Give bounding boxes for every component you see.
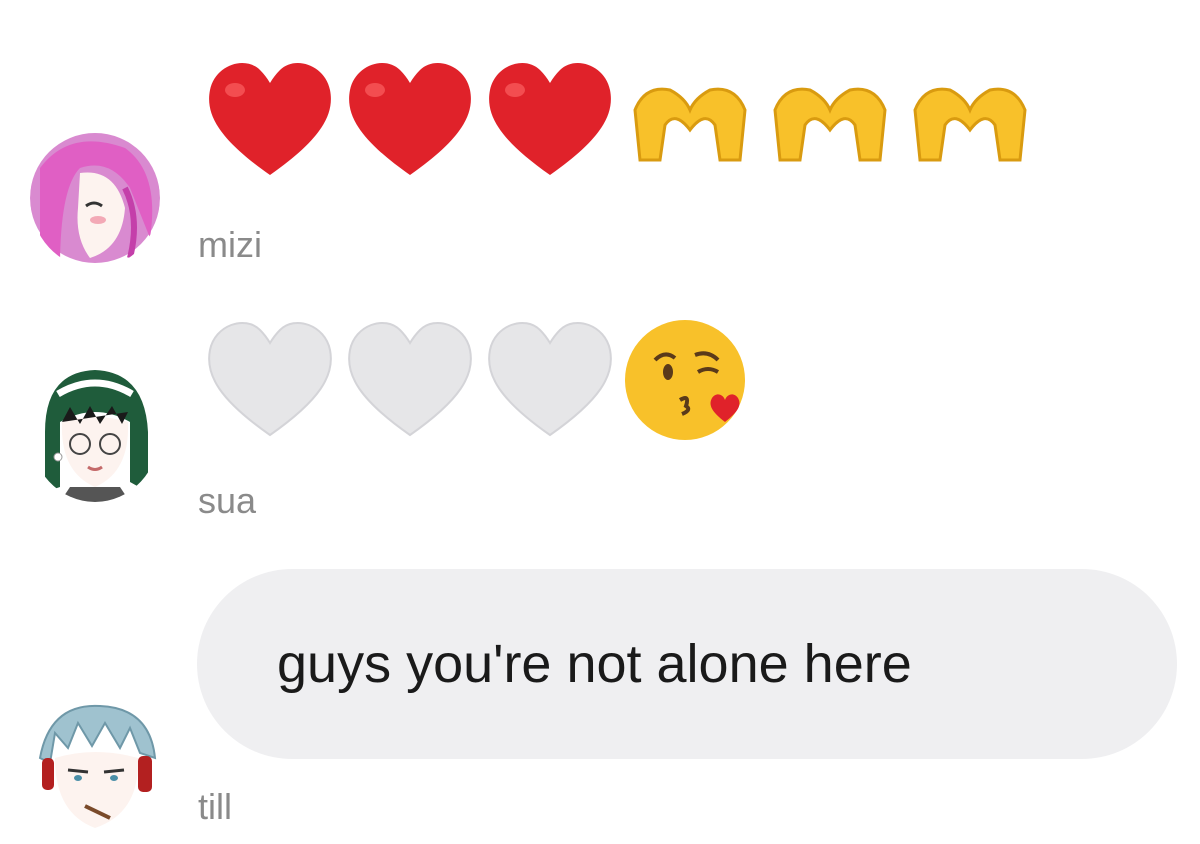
red-heart-icon: [480, 50, 620, 190]
heart-hands-icon: [620, 50, 760, 190]
message-group-sua: sua: [0, 290, 1200, 550]
username-mizi: mizi: [198, 224, 262, 265]
white-heart-icon: [480, 310, 620, 450]
red-heart-icon: [200, 50, 340, 190]
heart-hands-icon: [760, 50, 900, 190]
avatar-sua-icon[interactable]: [30, 362, 160, 502]
emoji-row-sua: [200, 310, 760, 450]
message-bubble-till[interactable]: guys you're not alone here: [197, 569, 1177, 759]
red-heart-icon: [340, 50, 480, 190]
avatar-till-icon[interactable]: [30, 698, 160, 838]
avatar-mizi-icon[interactable]: [30, 128, 160, 268]
white-heart-icon: [200, 310, 340, 450]
heart-hands-icon: [900, 50, 1040, 190]
username-sua: sua: [198, 480, 257, 521]
emoji-row-mizi: [200, 50, 1040, 190]
message-group-mizi: mizi: [0, 0, 1200, 290]
face-blowing-kiss-icon: [620, 310, 760, 450]
message-text-till: guys you're not alone here: [277, 634, 912, 694]
white-heart-icon: [340, 310, 480, 450]
username-till: till: [198, 786, 232, 827]
